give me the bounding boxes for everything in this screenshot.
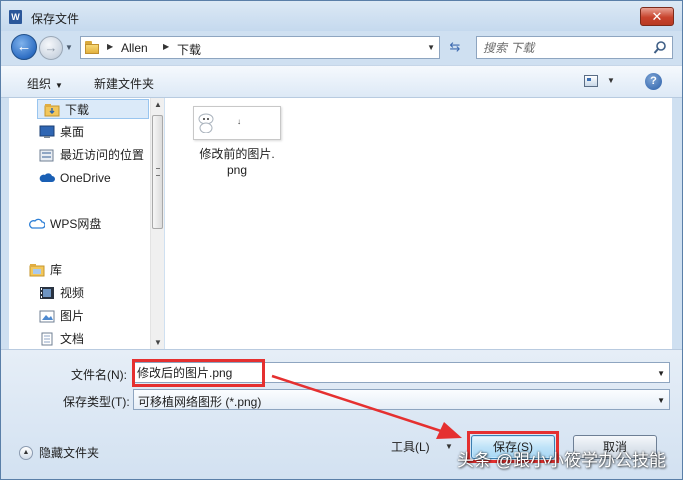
- sidebar-item-pictures[interactable]: 图片: [39, 306, 84, 326]
- scrollbar-thumb[interactable]: [152, 115, 163, 229]
- view-options-dropdown-icon[interactable]: ▼: [607, 76, 615, 85]
- hide-folders-button[interactable]: ▲ 隐藏文件夹: [19, 444, 99, 461]
- close-button[interactable]: ✕: [640, 7, 674, 26]
- file-list: ↓ 修改前的图片. png: [165, 98, 672, 349]
- refresh-button[interactable]: ⇆: [443, 36, 467, 59]
- file-name-line: 修改前的图片.: [199, 147, 275, 161]
- file-name: 修改前的图片. png: [193, 146, 281, 178]
- new-folder-button[interactable]: 新建文件夹: [94, 75, 154, 92]
- sidebar-item-label: 最近访问的位置: [60, 148, 145, 162]
- sidebar-item-label: 图片: [60, 309, 85, 323]
- sidebar-item-libraries[interactable]: 库: [29, 260, 62, 280]
- desktop-icon: [39, 125, 55, 139]
- library-icon: [29, 263, 45, 277]
- command-toolbar: 组织 ▼ 新建文件夹 ▼ ?: [1, 65, 682, 98]
- recent-places-icon: [39, 148, 55, 162]
- filetype-value: 可移植网络图形 (*.png): [138, 395, 262, 409]
- documents-icon: [39, 332, 55, 346]
- tools-dropdown-icon[interactable]: ▼: [445, 442, 453, 451]
- address-dropdown-icon[interactable]: ▼: [427, 43, 435, 52]
- chevron-down-icon: ▼: [55, 81, 63, 90]
- change-view-button[interactable]: [584, 75, 598, 87]
- filename-highlight-box: [132, 359, 265, 387]
- folder-download-icon: [44, 103, 60, 117]
- filetype-dropdown-icon[interactable]: ▼: [657, 396, 665, 405]
- download-arrow-icon: ↓: [237, 117, 241, 126]
- search-input[interactable]: [483, 40, 643, 55]
- cloud-drive-icon: [29, 217, 46, 231]
- watermark-text: 头条 @跟小小筱学办公技能: [457, 451, 666, 470]
- scroll-up-icon[interactable]: ▲: [154, 100, 162, 109]
- back-button[interactable]: ←: [11, 34, 37, 60]
- sidebar-item-label: 桌面: [60, 125, 85, 139]
- address-bar[interactable]: ▶ Allen ▶ 下载 ▼: [80, 36, 440, 59]
- hide-folders-label: 隐藏文件夹: [39, 446, 100, 460]
- navigation-bar: ← → ▼ ▶ Allen ▶ 下载 ▼ ⇆: [1, 31, 682, 63]
- search-icon[interactable]: [653, 40, 667, 55]
- word-app-icon: W: [9, 10, 22, 24]
- breadcrumb-separator-icon[interactable]: ▶: [163, 42, 169, 51]
- folder-icon: [85, 41, 99, 54]
- sidebar-item-onedrive[interactable]: OneDrive: [39, 168, 111, 188]
- video-icon: [39, 286, 55, 300]
- nav-pane-scrollbar[interactable]: ▲ ▼: [150, 98, 164, 349]
- image-thumbnail: ↓: [193, 106, 281, 140]
- filetype-select[interactable]: 可移植网络图形 (*.png) ▼: [133, 389, 670, 410]
- sidebar-item-label: 文档: [60, 332, 85, 346]
- organize-button[interactable]: 组织 ▼: [27, 75, 63, 92]
- recent-pages-dropdown-icon[interactable]: ▼: [65, 41, 77, 55]
- navigation-pane: 下载 桌面 最近访问的位置 OneDrive WPS网盘 库 视频 图片 文档 …: [9, 98, 164, 349]
- scroll-down-icon[interactable]: ▼: [154, 338, 162, 347]
- filename-label: 文件名(N):: [71, 368, 127, 382]
- sidebar-item-label: 下载: [65, 103, 90, 117]
- sidebar-item-label: WPS网盘: [50, 217, 102, 231]
- sidebar-item-desktop[interactable]: 桌面: [39, 122, 84, 142]
- sidebar-item-downloads[interactable]: 下载: [37, 99, 149, 119]
- robot-image-icon: [198, 113, 214, 133]
- tools-button[interactable]: 工具(L): [391, 438, 430, 455]
- help-button[interactable]: ?: [645, 73, 662, 90]
- forward-button[interactable]: →: [39, 36, 63, 60]
- window-title: 保存文件: [31, 12, 80, 26]
- breadcrumb-separator-icon[interactable]: ▶: [107, 42, 113, 51]
- file-item[interactable]: ↓ 修改前的图片. png: [193, 106, 281, 178]
- search-box[interactable]: [476, 36, 673, 59]
- title-bar: W 保存文件 ✕: [1, 1, 682, 31]
- pictures-icon: [39, 309, 55, 323]
- organize-label: 组织: [27, 77, 52, 91]
- sidebar-item-wps-drive[interactable]: WPS网盘: [29, 214, 101, 234]
- chevron-up-icon: ▲: [19, 445, 33, 460]
- sidebar-item-videos[interactable]: 视频: [39, 283, 84, 303]
- save-file-dialog: W 保存文件 ✕ ← → ▼ ▶ Allen ▶ 下载 ▼ ⇆ 组织▼ 新建文件…: [0, 0, 683, 480]
- file-name-line: png: [226, 163, 248, 177]
- filename-dropdown-icon[interactable]: ▼: [657, 369, 665, 378]
- sidebar-item-label: OneDrive: [60, 171, 111, 185]
- onedrive-icon: [39, 171, 55, 185]
- sidebar-item-label: 视频: [60, 286, 85, 300]
- sidebar-item-recent-places[interactable]: 最近访问的位置: [39, 145, 144, 165]
- breadcrumb-item-downloads[interactable]: 下载: [177, 41, 201, 58]
- sidebar-item-documents[interactable]: 文档: [39, 329, 84, 349]
- breadcrumb-item-allen[interactable]: Allen: [121, 41, 148, 55]
- sidebar-item-label: 库: [50, 263, 63, 277]
- filetype-label: 保存类型(T):: [63, 395, 130, 409]
